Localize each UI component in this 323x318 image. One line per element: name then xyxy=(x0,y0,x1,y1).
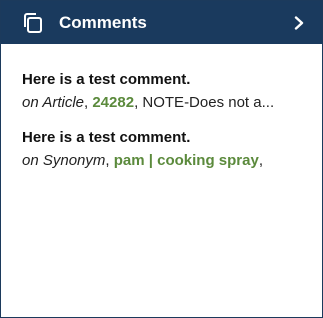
on-prefix: on xyxy=(22,152,39,169)
comment-target-label: on Article xyxy=(22,94,84,111)
target-type: Article xyxy=(42,94,84,111)
comment-trailing: , xyxy=(258,152,263,169)
comment-item: Here is a test comment. on Article, 2428… xyxy=(22,70,310,114)
comments-copy-icon xyxy=(21,11,45,35)
comment-item: Here is a test comment. on Synonym, pam … xyxy=(22,128,310,172)
comment-trailing: , NOTE-Does not a... xyxy=(134,94,275,111)
comment-meta: on Synonym, pam | cooking spray, xyxy=(22,150,310,172)
comments-list: Here is a test comment. on Article, 2428… xyxy=(1,44,322,172)
panel-title: Comments xyxy=(59,12,147,32)
comment-target-label: on Synonym xyxy=(22,152,105,169)
comments-panel: Comments Here is a test comment. on Arti… xyxy=(0,0,323,318)
separator: , xyxy=(84,94,89,111)
comment-meta: on Article, 24282, NOTE-Does not a... xyxy=(22,92,310,114)
on-prefix: on xyxy=(22,94,39,111)
panel-header: Comments xyxy=(1,1,322,44)
comment-target-link[interactable]: 24282 xyxy=(92,94,134,111)
chevron-right-icon[interactable] xyxy=(288,12,310,34)
target-type: Synonym xyxy=(42,152,106,169)
comment-text: Here is a test comment. xyxy=(22,129,191,146)
comment-target-link[interactable]: pam | cooking spray xyxy=(114,152,259,169)
comment-text: Here is a test comment. xyxy=(22,71,191,88)
separator: , xyxy=(105,152,110,169)
